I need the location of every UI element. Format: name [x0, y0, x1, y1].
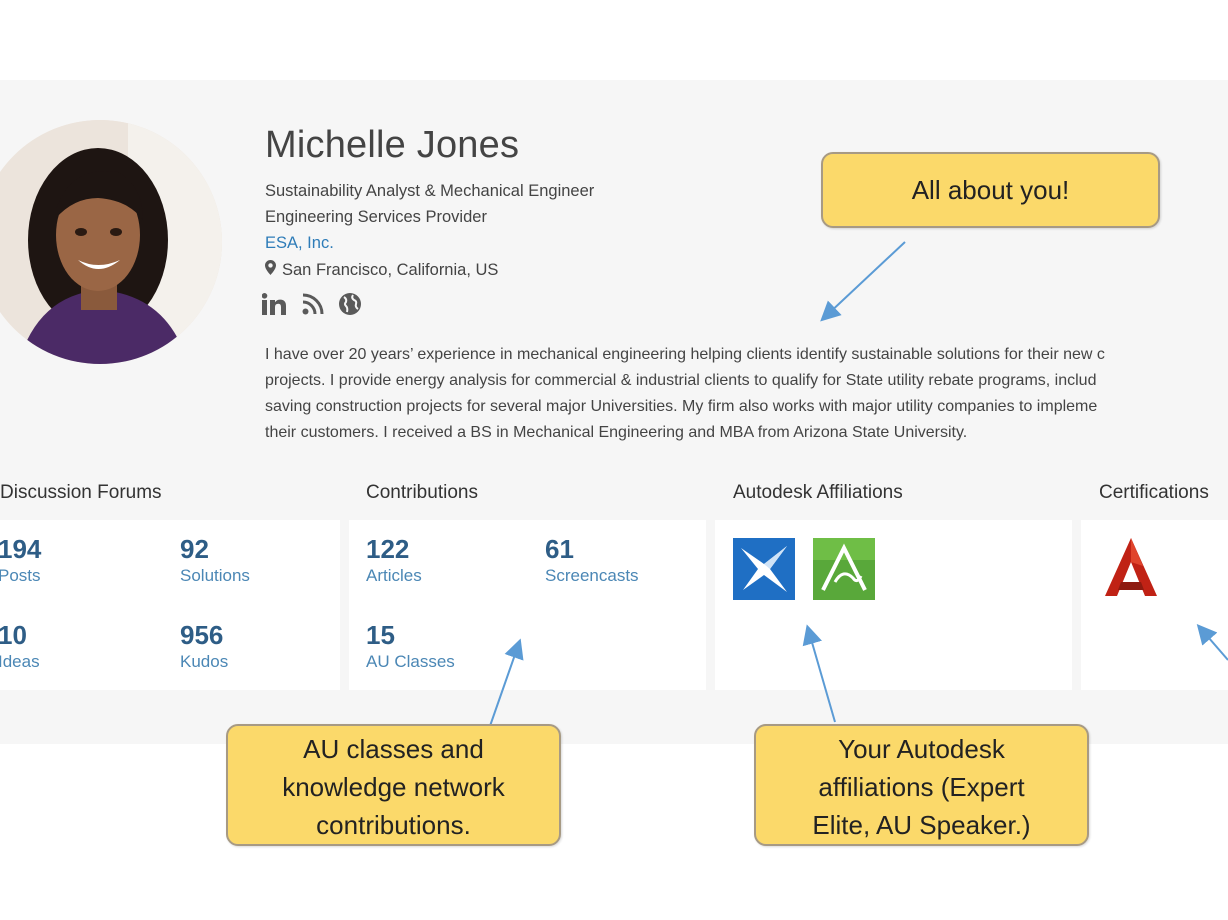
- arrow-about: [820, 241, 906, 322]
- callout-line: contributions.: [316, 810, 471, 840]
- callout-about: All about you!: [821, 152, 1160, 228]
- arrow-certifications: [1196, 623, 1228, 661]
- callout-affiliations: Your Autodesk affiliations (Expert Elite…: [754, 724, 1089, 846]
- callout-line: affiliations (Expert: [818, 772, 1025, 802]
- arrow-affiliations: [802, 624, 836, 723]
- callout-line: Elite, AU Speaker.): [812, 810, 1031, 840]
- callout-line: AU classes and: [303, 734, 484, 764]
- arrow-au: [489, 638, 524, 727]
- callout-au-contributions: AU classes and knowledge network contrib…: [226, 724, 561, 846]
- callout-line: knowledge network: [282, 772, 505, 802]
- callout-line: Your Autodesk: [838, 734, 1005, 764]
